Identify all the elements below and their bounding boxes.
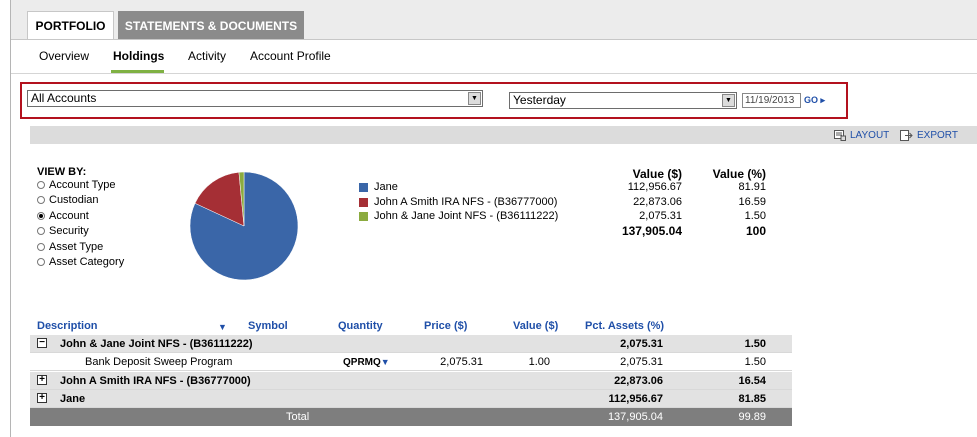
layout-icon (834, 130, 846, 141)
view-by-asset-type[interactable]: Asset Type (37, 241, 103, 253)
export-button[interactable]: EXPORT (900, 130, 958, 141)
radio-icon[interactable] (37, 196, 45, 204)
table-row: Bank Deposit Sweep Program QPRMQ▼ 2,075.… (30, 353, 792, 371)
expand-icon[interactable]: + (37, 375, 47, 385)
view-by-option-label: Custodian (49, 194, 99, 206)
arrow-right-icon: ▸ (820, 95, 826, 105)
view-by-custodian[interactable]: Custodian (37, 194, 99, 206)
view-by-asset-category[interactable]: Asset Category (37, 256, 124, 268)
holding-pct: 1.50 (744, 356, 766, 368)
chevron-down-icon[interactable]: ▼ (468, 92, 481, 105)
account-value: 112,956.67 (608, 393, 663, 405)
account-name: John & Jane Joint NFS - (B36111222) (60, 338, 253, 350)
radio-icon[interactable] (37, 181, 45, 189)
export-label: EXPORT (917, 130, 958, 141)
legend-label: Jane (374, 181, 398, 193)
value-pct-header: Value (%) (712, 167, 766, 181)
legend-label: John & Jane Joint NFS - (B36111222) (374, 210, 559, 222)
view-by-option-label: Asset Type (49, 241, 104, 253)
radio-checked-icon[interactable] (37, 212, 45, 220)
chevron-down-icon[interactable]: ▼ (381, 357, 390, 367)
column-header-description[interactable]: Description (37, 320, 98, 332)
subnav-account-profile[interactable]: Account Profile (250, 49, 331, 63)
allocation-total-value: 137,905.04 (621, 224, 682, 238)
account-select-value: All Accounts (31, 91, 97, 105)
value-dollar-header: Value ($) (632, 167, 682, 181)
period-select[interactable]: Yesterday ▼ (509, 92, 737, 109)
view-by-option-label: Asset Category (49, 256, 125, 268)
chevron-down-icon[interactable]: ▼ (722, 94, 735, 107)
account-select[interactable]: All Accounts ▼ (27, 90, 483, 107)
legend-item-ira: John A Smith IRA NFS - (B36777000) (359, 196, 557, 208)
subnav-holdings[interactable]: Holdings (113, 49, 164, 63)
go-label: GO (804, 95, 819, 105)
holding-quantity: 2,075.31 (440, 356, 483, 368)
subnav-activity[interactable]: Activity (188, 49, 226, 63)
collapse-icon[interactable]: − (37, 338, 47, 348)
allocation-total-pct: 100 (745, 224, 766, 238)
layout-button[interactable]: LAYOUT (834, 130, 889, 141)
legend-swatch (359, 182, 368, 192)
view-by-option-label: Security (49, 225, 89, 237)
column-header-price[interactable]: Price ($) (424, 320, 467, 332)
view-by-security[interactable]: Security (37, 225, 89, 237)
subnav-divider (11, 73, 977, 74)
legend-label: John A Smith IRA NFS - (B36777000) (374, 196, 558, 208)
allocation-pct: 16.59 (738, 196, 766, 208)
account-pct: 1.50 (744, 338, 766, 350)
account-name: John A Smith IRA NFS - (B36777000) (60, 375, 251, 387)
radio-icon[interactable] (37, 243, 45, 251)
tab-portfolio[interactable]: PORTFOLIO (27, 11, 114, 40)
period-select-value: Yesterday (513, 93, 566, 107)
allocation-pct: 81.91 (738, 181, 766, 193)
table-row-group[interactable]: + Jane 112,956.67 81.85 (30, 390, 792, 408)
left-border (10, 0, 11, 437)
account-pct: 81.85 (738, 393, 766, 405)
radio-icon[interactable] (37, 227, 45, 235)
column-header-quantity[interactable]: Quantity (338, 320, 383, 332)
legend-swatch (359, 197, 368, 207)
allocation-value: 2,075.31 (639, 210, 682, 222)
account-pct: 16.54 (738, 375, 766, 387)
legend-item-jane: Jane (359, 181, 398, 193)
holding-value: 2,075.31 (620, 356, 663, 368)
tab-statements-documents[interactable]: STATEMENTS & DOCUMENTS (118, 11, 304, 40)
holding-description: Bank Deposit Sweep Program (85, 356, 233, 368)
column-header-pct-assets[interactable]: Pct. Assets (%) (585, 320, 664, 332)
total-label: Total (286, 411, 310, 423)
export-icon (900, 130, 913, 141)
allocation-pie-chart (189, 171, 299, 281)
account-name: Jane (60, 393, 86, 405)
view-by-account-type[interactable]: Account Type (37, 179, 115, 191)
allocation-pct: 1.50 (744, 210, 766, 222)
column-header-symbol[interactable]: Symbol (248, 320, 288, 332)
expand-icon[interactable]: + (37, 393, 47, 403)
table-row-group[interactable]: − John & Jane Joint NFS - (B36111222) 2,… (30, 335, 792, 353)
allocation-value: 22,873.06 (633, 196, 682, 208)
holding-symbol: QPRMQ (343, 357, 381, 368)
view-by-option-label: Account Type (49, 179, 116, 191)
total-pct: 99.89 (738, 411, 766, 423)
table-row-total: Total 137,905.04 99.89 (30, 408, 792, 426)
layout-label: LAYOUT (850, 130, 890, 141)
total-value: 137,905.04 (607, 411, 663, 423)
table-row-group[interactable]: + John A Smith IRA NFS - (B36777000) 22,… (30, 372, 792, 390)
allocation-value: 112,956.67 (627, 181, 682, 193)
date-field[interactable]: 11/19/2013 (742, 93, 801, 108)
view-by-option-label: Account (49, 210, 89, 222)
legend-item-joint: John & Jane Joint NFS - (B36111222) (359, 210, 558, 222)
tab-divider (11, 39, 977, 40)
account-value: 22,873.06 (614, 375, 663, 387)
legend-swatch (359, 211, 368, 221)
go-button[interactable]: GO ▸ (804, 95, 825, 106)
column-header-value[interactable]: Value ($) (513, 320, 558, 332)
holding-price: 1.00 (528, 356, 550, 368)
account-value: 2,075.31 (620, 338, 663, 350)
view-by-title: VIEW BY: (37, 166, 87, 178)
sort-desc-icon[interactable]: ▼ (218, 322, 227, 332)
radio-icon[interactable] (37, 258, 45, 266)
view-by-account[interactable]: Account (37, 210, 89, 222)
subnav-overview[interactable]: Overview (39, 49, 89, 63)
symbol-dropdown[interactable]: QPRMQ▼ (343, 356, 390, 368)
